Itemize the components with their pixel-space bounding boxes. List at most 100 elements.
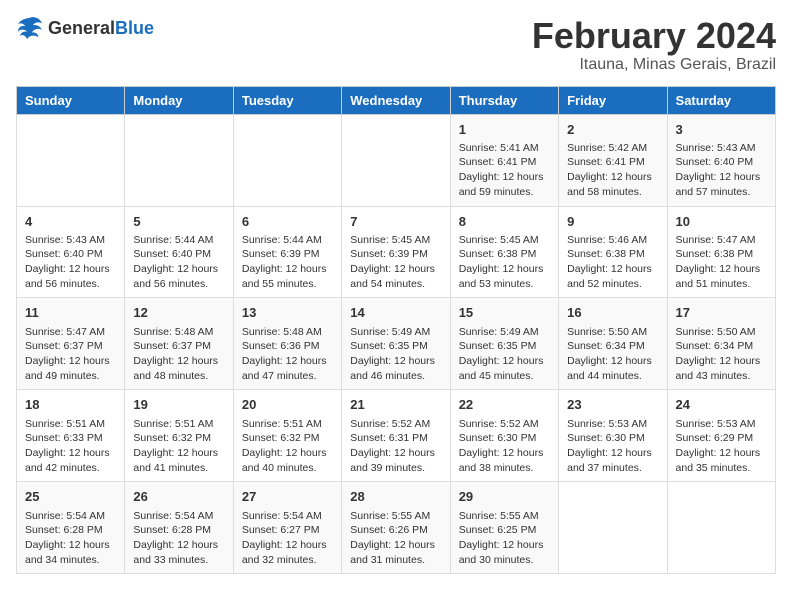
logo-blue: Blue	[115, 18, 154, 38]
day-number: 13	[242, 304, 333, 322]
day-info: Sunset: 6:29 PM	[676, 431, 767, 446]
day-info: Daylight: 12 hours	[459, 354, 550, 369]
day-info: Sunset: 6:33 PM	[25, 431, 116, 446]
day-info: Daylight: 12 hours	[350, 538, 441, 553]
day-info: Sunrise: 5:53 AM	[676, 417, 767, 432]
header-row: Sunday Monday Tuesday Wednesday Thursday…	[17, 86, 776, 114]
day-info: Sunrise: 5:52 AM	[350, 417, 441, 432]
day-info: Daylight: 12 hours	[350, 446, 441, 461]
day-info: Daylight: 12 hours	[567, 170, 658, 185]
calendar-cell: 6Sunrise: 5:44 AMSunset: 6:39 PMDaylight…	[233, 206, 341, 298]
calendar-cell: 14Sunrise: 5:49 AMSunset: 6:35 PMDayligh…	[342, 298, 450, 390]
calendar-cell: 23Sunrise: 5:53 AMSunset: 6:30 PMDayligh…	[559, 390, 667, 482]
calendar-body: 1Sunrise: 5:41 AMSunset: 6:41 PMDaylight…	[17, 114, 776, 574]
day-number: 23	[567, 396, 658, 414]
day-info: and 32 minutes.	[242, 553, 333, 568]
day-info: Sunset: 6:26 PM	[350, 523, 441, 538]
day-info: and 45 minutes.	[459, 369, 550, 384]
day-info: Sunset: 6:41 PM	[459, 155, 550, 170]
day-info: Daylight: 12 hours	[676, 354, 767, 369]
day-info: Sunset: 6:39 PM	[242, 247, 333, 262]
day-info: Sunrise: 5:48 AM	[242, 325, 333, 340]
day-info: Sunset: 6:41 PM	[567, 155, 658, 170]
day-info: and 54 minutes.	[350, 277, 441, 292]
calendar-cell: 27Sunrise: 5:54 AMSunset: 6:27 PMDayligh…	[233, 482, 341, 574]
day-info: Daylight: 12 hours	[459, 170, 550, 185]
day-info: Sunset: 6:40 PM	[25, 247, 116, 262]
calendar-cell	[342, 114, 450, 206]
calendar-cell: 7Sunrise: 5:45 AMSunset: 6:39 PMDaylight…	[342, 206, 450, 298]
day-info: Daylight: 12 hours	[350, 354, 441, 369]
day-info: Sunrise: 5:46 AM	[567, 233, 658, 248]
day-info: Daylight: 12 hours	[242, 446, 333, 461]
day-number: 4	[25, 213, 116, 231]
day-number: 9	[567, 213, 658, 231]
calendar-cell: 15Sunrise: 5:49 AMSunset: 6:35 PMDayligh…	[450, 298, 558, 390]
day-info: Sunrise: 5:43 AM	[25, 233, 116, 248]
day-info: and 35 minutes.	[676, 461, 767, 476]
day-info: Sunset: 6:32 PM	[133, 431, 224, 446]
main-title: February 2024	[532, 16, 776, 56]
day-info: and 56 minutes.	[133, 277, 224, 292]
day-info: Sunrise: 5:45 AM	[459, 233, 550, 248]
header: GeneralBlue February 2024 Itauna, Minas …	[16, 16, 776, 74]
day-info: Sunrise: 5:45 AM	[350, 233, 441, 248]
header-saturday: Saturday	[667, 86, 775, 114]
day-info: and 39 minutes.	[350, 461, 441, 476]
calendar-week-4: 25Sunrise: 5:54 AMSunset: 6:28 PMDayligh…	[17, 482, 776, 574]
day-info: Sunrise: 5:54 AM	[242, 509, 333, 524]
day-info: Sunset: 6:40 PM	[133, 247, 224, 262]
calendar-cell: 9Sunrise: 5:46 AMSunset: 6:38 PMDaylight…	[559, 206, 667, 298]
day-info: and 43 minutes.	[676, 369, 767, 384]
calendar-week-0: 1Sunrise: 5:41 AMSunset: 6:41 PMDaylight…	[17, 114, 776, 206]
day-number: 6	[242, 213, 333, 231]
day-info: Daylight: 12 hours	[25, 538, 116, 553]
calendar-cell	[233, 114, 341, 206]
calendar-table: Sunday Monday Tuesday Wednesday Thursday…	[16, 86, 776, 575]
day-info: and 59 minutes.	[459, 185, 550, 200]
day-info: Sunrise: 5:55 AM	[350, 509, 441, 524]
day-info: Daylight: 12 hours	[567, 446, 658, 461]
day-info: Sunset: 6:28 PM	[133, 523, 224, 538]
day-info: Sunrise: 5:53 AM	[567, 417, 658, 432]
day-info: Daylight: 12 hours	[350, 262, 441, 277]
day-info: Sunset: 6:34 PM	[567, 339, 658, 354]
day-info: Sunset: 6:32 PM	[242, 431, 333, 446]
day-info: Sunset: 6:37 PM	[133, 339, 224, 354]
header-friday: Friday	[559, 86, 667, 114]
day-info: Sunrise: 5:49 AM	[350, 325, 441, 340]
calendar-cell: 22Sunrise: 5:52 AMSunset: 6:30 PMDayligh…	[450, 390, 558, 482]
day-info: and 30 minutes.	[459, 553, 550, 568]
calendar-cell: 26Sunrise: 5:54 AMSunset: 6:28 PMDayligh…	[125, 482, 233, 574]
day-number: 19	[133, 396, 224, 414]
calendar-cell: 2Sunrise: 5:42 AMSunset: 6:41 PMDaylight…	[559, 114, 667, 206]
header-thursday: Thursday	[450, 86, 558, 114]
day-number: 2	[567, 121, 658, 139]
day-info: Sunrise: 5:50 AM	[567, 325, 658, 340]
calendar-cell: 3Sunrise: 5:43 AMSunset: 6:40 PMDaylight…	[667, 114, 775, 206]
day-number: 7	[350, 213, 441, 231]
day-info: Daylight: 12 hours	[242, 262, 333, 277]
day-info: Daylight: 12 hours	[567, 262, 658, 277]
day-info: Sunrise: 5:43 AM	[676, 141, 767, 156]
calendar-cell: 10Sunrise: 5:47 AMSunset: 6:38 PMDayligh…	[667, 206, 775, 298]
day-info: Daylight: 12 hours	[242, 354, 333, 369]
day-info: Sunset: 6:38 PM	[459, 247, 550, 262]
day-number: 22	[459, 396, 550, 414]
day-number: 27	[242, 488, 333, 506]
calendar-cell: 13Sunrise: 5:48 AMSunset: 6:36 PMDayligh…	[233, 298, 341, 390]
day-info: and 42 minutes.	[25, 461, 116, 476]
day-info: and 37 minutes.	[567, 461, 658, 476]
day-info: Sunset: 6:34 PM	[676, 339, 767, 354]
day-number: 8	[459, 213, 550, 231]
calendar-cell: 28Sunrise: 5:55 AMSunset: 6:26 PMDayligh…	[342, 482, 450, 574]
logo: GeneralBlue	[16, 16, 154, 40]
header-monday: Monday	[125, 86, 233, 114]
calendar-cell	[667, 482, 775, 574]
day-number: 14	[350, 304, 441, 322]
day-info: Daylight: 12 hours	[25, 354, 116, 369]
day-info: and 52 minutes.	[567, 277, 658, 292]
calendar-week-3: 18Sunrise: 5:51 AMSunset: 6:33 PMDayligh…	[17, 390, 776, 482]
day-info: Sunrise: 5:47 AM	[676, 233, 767, 248]
day-number: 1	[459, 121, 550, 139]
